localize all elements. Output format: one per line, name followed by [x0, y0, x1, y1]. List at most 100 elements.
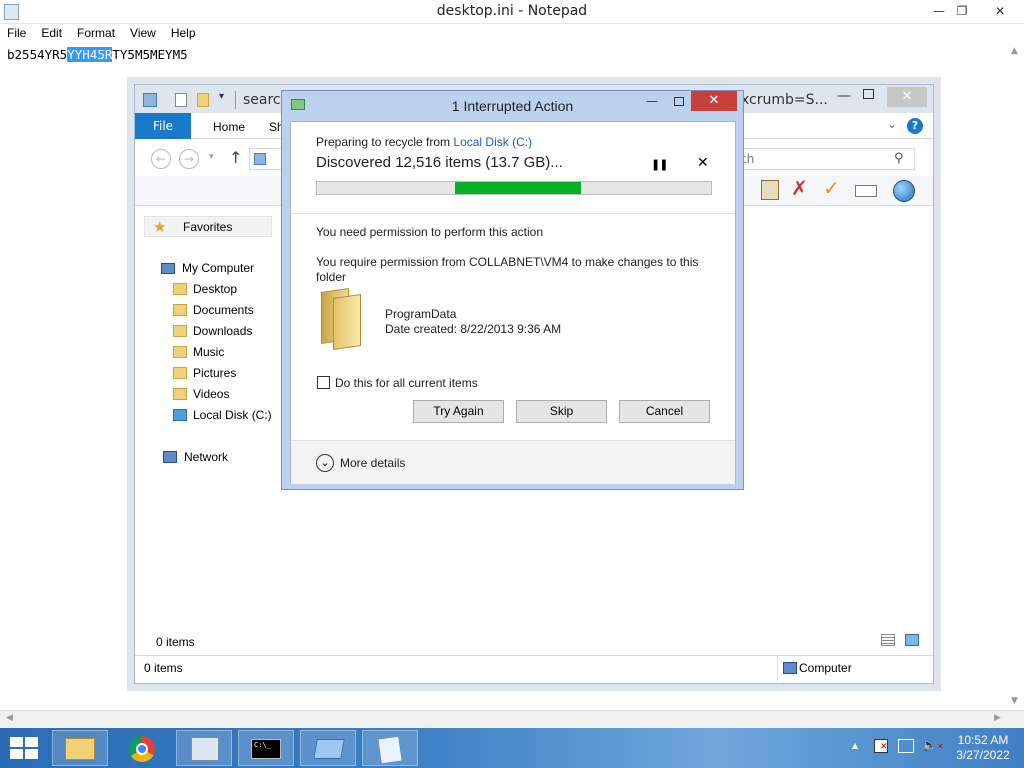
taskbar-chrome[interactable]	[114, 730, 170, 766]
menu-view[interactable]: View	[123, 24, 164, 40]
rename-icon[interactable]	[855, 185, 877, 197]
properties-icon[interactable]	[175, 93, 187, 107]
details-view-icon[interactable]	[881, 634, 895, 646]
up-button[interactable]: ↑	[229, 148, 242, 167]
tree-item-downloads[interactable]: Downloads	[173, 322, 252, 340]
folder-label: Desktop	[193, 282, 238, 296]
stop-button[interactable]: ✕	[697, 155, 709, 171]
folder-label: Documents	[193, 303, 254, 317]
clock-date: 3/27/2022	[956, 748, 1010, 762]
drive-icon	[173, 409, 187, 421]
scroll-left-icon[interactable]: ◀	[6, 713, 13, 723]
notepad-menubar: File Edit Format View Help	[0, 24, 1024, 43]
network-tray-icon[interactable]	[898, 739, 914, 753]
vertical-scrollbar[interactable]: ▲ ▼	[1007, 44, 1024, 712]
my-computer-label: My Computer	[182, 261, 255, 275]
tree-item-my-computer[interactable]: My Computer	[161, 259, 254, 277]
progress-bar	[316, 181, 712, 195]
skip-button[interactable]: Skip	[516, 400, 607, 423]
recent-locations-icon[interactable]: ▾	[209, 152, 214, 162]
search-icon: ⚲	[894, 151, 904, 166]
large-icons-view-icon[interactable]	[905, 634, 919, 646]
start-button[interactable]	[10, 737, 38, 759]
network-icon	[163, 451, 177, 463]
delete-icon[interactable]: ✗	[791, 178, 808, 198]
folder-label: Videos	[193, 387, 230, 401]
volume-muted-icon[interactable]: 🔈✕	[922, 738, 944, 752]
tree-item-local-disk[interactable]: Local Disk (C:)	[173, 406, 272, 424]
apply-to-all-checkbox[interactable]	[317, 376, 330, 389]
folder-label: Downloads	[193, 324, 253, 338]
forward-button[interactable]: →	[179, 149, 199, 169]
search-box[interactable]: ch ⚲	[735, 148, 915, 170]
back-button[interactable]: ←	[151, 149, 171, 169]
maximize-button[interactable]: ❐	[947, 0, 977, 22]
explorer-maximize-button[interactable]	[863, 89, 874, 99]
menu-edit[interactable]: Edit	[34, 24, 70, 40]
taskbar-file-explorer[interactable]	[52, 730, 108, 766]
tree-item-documents[interactable]: Documents	[173, 301, 254, 319]
file-explorer-icon	[65, 738, 95, 760]
show-hidden-icons[interactable]: ▲	[852, 741, 858, 750]
tree-item-network[interactable]: Network	[163, 448, 228, 466]
folder-name: ProgramData	[385, 307, 457, 321]
more-details-link[interactable]: More details	[340, 456, 405, 470]
computer-status-icon	[783, 662, 797, 674]
taskbar-window-app[interactable]	[300, 730, 356, 766]
cancel-button[interactable]: Cancel	[619, 400, 710, 423]
dialog-maximize-button[interactable]	[674, 97, 684, 106]
source-link[interactable]: Local Disk (C:)	[453, 135, 532, 149]
navigation-pane: ★ Favorites My Computer Desktop Document…	[135, 206, 275, 626]
try-again-button[interactable]: Try Again	[413, 400, 504, 423]
tree-item-music[interactable]: Music	[173, 343, 224, 361]
ribbon-tab-home[interactable]: Home	[213, 120, 245, 134]
help-icon[interactable]: ?	[907, 118, 923, 134]
paste-icon[interactable]	[761, 180, 779, 200]
text-after: TY5M5MEYM5	[112, 47, 188, 62]
chevron-down-icon[interactable]: ⌄	[316, 454, 334, 472]
folder-icon	[173, 304, 187, 316]
notepad-app-icon	[377, 735, 403, 765]
folder-icon	[173, 283, 187, 295]
menu-file[interactable]: File	[0, 24, 34, 40]
pause-button[interactable]: ❚❚	[651, 158, 668, 171]
text-before: b2554YR5	[7, 47, 68, 62]
scroll-down-icon[interactable]: ▼	[1011, 696, 1018, 706]
tree-item-desktop[interactable]: Desktop	[173, 280, 237, 298]
interrupted-action-dialog: 1 Interrupted Action — ✕ Preparing to re…	[281, 90, 744, 490]
status-location: Computer	[799, 661, 852, 675]
preparing-prefix: Preparing to recycle from	[316, 135, 454, 149]
checkmark-icon[interactable]: ✓	[823, 178, 840, 198]
scroll-up-icon[interactable]: ▲	[1011, 46, 1018, 56]
globe-icon[interactable]	[893, 180, 915, 202]
clock[interactable]: 10:52 AM 3/27/2022	[948, 733, 1018, 763]
explorer-close-button[interactable]: ✕	[887, 87, 927, 107]
folder-label: Music	[193, 345, 225, 359]
new-folder-icon[interactable]	[197, 93, 209, 107]
tree-item-pictures[interactable]: Pictures	[173, 364, 236, 382]
notepad-title: desktop.ini - Notepad	[436, 3, 588, 19]
tree-item-videos[interactable]: Videos	[173, 385, 229, 403]
scroll-right-icon[interactable]: ▶	[994, 713, 1001, 723]
ribbon-tab-file[interactable]: File	[135, 113, 191, 139]
taskbar-notepad[interactable]	[362, 730, 418, 766]
dialog-titlebar: 1 Interrupted Action — ✕	[282, 91, 743, 121]
folder-label: Local Disk (C:)	[193, 408, 272, 422]
close-button[interactable]: ✕	[983, 0, 1017, 22]
menu-format[interactable]: Format	[70, 24, 123, 40]
ribbon-expand-icon[interactable]: ⌄	[887, 117, 897, 131]
notepad-text-area[interactable]: b2554YR5YYH45RTY5M5MEYM5	[7, 47, 188, 62]
action-center-flag-icon[interactable]: ✕	[874, 739, 888, 753]
taskbar-performance-monitor[interactable]	[176, 730, 232, 766]
network-label: Network	[184, 450, 229, 464]
menu-help[interactable]: Help	[164, 24, 204, 40]
explorer-minimize-button[interactable]: —	[837, 88, 851, 104]
quick-access-dropdown-icon[interactable]: ▾	[219, 91, 224, 102]
address-bar[interactable]	[249, 148, 285, 170]
dialog-minimize-button[interactable]: —	[646, 94, 658, 108]
horizontal-scrollbar[interactable]: ◀ ▶	[0, 710, 1024, 728]
window-app-icon	[313, 739, 345, 759]
favorites-header[interactable]: ★ Favorites	[144, 216, 272, 237]
taskbar-command-prompt[interactable]: C:\_	[238, 730, 294, 766]
dialog-close-button[interactable]: ✕	[691, 91, 737, 111]
